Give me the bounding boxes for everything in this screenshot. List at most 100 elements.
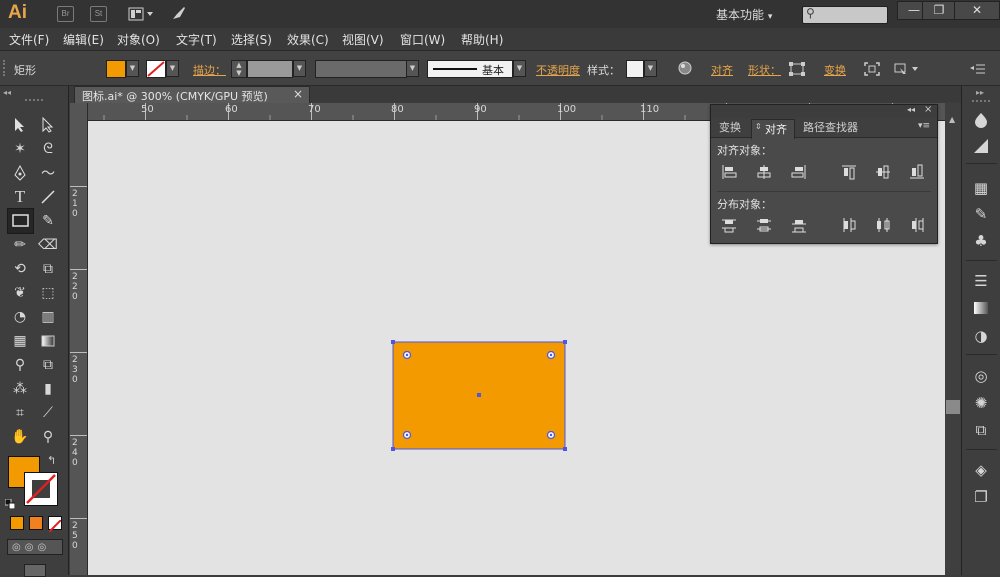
expand-panels-icon[interactable]: ▸▸ (976, 88, 984, 97)
perspective-grid-tool-icon[interactable]: ▥ (37, 306, 59, 328)
distribute-bottom-icon[interactable] (790, 216, 808, 234)
zoom-tool-icon[interactable]: ⚲ (37, 426, 59, 448)
close-document-icon[interactable]: × (293, 87, 303, 101)
brush-dropdown[interactable]: ▼ (513, 60, 526, 77)
rotate-tool-icon[interactable]: ⟲ (9, 258, 31, 280)
distribute-left-icon[interactable] (840, 216, 858, 234)
panel-menu-icon[interactable]: ▾≡ (918, 121, 930, 131)
type-tool-icon[interactable]: T (9, 186, 31, 208)
recolor-icon[interactable] (677, 60, 693, 76)
distribute-top-icon[interactable] (720, 216, 738, 234)
menu-help[interactable]: 帮助(H) (461, 31, 503, 48)
align-bottom-icon[interactable] (908, 163, 926, 181)
close-panel-icon[interactable]: × (924, 104, 932, 115)
transform-link[interactable]: 变换 (824, 62, 846, 78)
free-transform-tool-icon[interactable]: ⬚ (37, 282, 59, 304)
fill-dropdown[interactable]: ▼ (126, 60, 139, 77)
search-input[interactable]: ⚲ (802, 6, 888, 24)
workspace-switcher[interactable]: 基本功能 ▾ (716, 6, 772, 23)
blend-tool-icon[interactable]: ⧉ (37, 354, 59, 376)
pen-tool-icon[interactable] (9, 162, 31, 184)
swatches-icon[interactable]: ▦ (970, 178, 992, 198)
dock-grip[interactable] (972, 100, 990, 105)
tab-pathfinder[interactable]: 路径查找器 (797, 119, 864, 137)
direct-selection-tool-icon[interactable] (37, 114, 59, 136)
tab-transform[interactable]: 变换 (713, 119, 747, 137)
menu-edit[interactable]: 编辑(E) (63, 31, 104, 48)
menu-select[interactable]: 选择(S) (231, 31, 272, 48)
scrollbar-thumb[interactable] (946, 400, 960, 414)
color-guide-icon[interactable] (970, 136, 992, 156)
scroll-up-icon[interactable]: ▲ (949, 115, 955, 124)
default-colors-icon[interactable] (4, 494, 16, 510)
fill-swatch[interactable] (106, 60, 126, 78)
close-button[interactable]: ✕ (954, 1, 1000, 20)
distribute-right-icon[interactable] (908, 216, 926, 234)
tools-grip[interactable] (25, 99, 43, 104)
drawing-mode-icons[interactable]: ◎◎◎ (7, 539, 63, 555)
symbols-icon[interactable]: ♣ (970, 231, 992, 251)
isolate-icon[interactable] (864, 61, 880, 76)
panel-menu-icon[interactable] (968, 61, 986, 75)
curvature-tool-icon[interactable]: 〜 (37, 162, 59, 184)
select-similar-icon[interactable] (894, 61, 922, 75)
panel-titlebar[interactable]: ◂◂ × (711, 104, 937, 118)
stroke-panel-icon[interactable]: ☰ (970, 271, 992, 291)
tab-align-active[interactable]: ⇕ 对齐 (751, 119, 795, 139)
paintbrush-tool-icon[interactable]: ✎ (37, 210, 59, 232)
align-right-icon[interactable] (790, 163, 808, 181)
document-tab[interactable]: 图标.ai* @ 300% (CMYK/GPU 预览) × (74, 86, 310, 104)
bridge-icon[interactable]: Br (57, 6, 74, 22)
stroke-swatch[interactable] (146, 60, 166, 78)
menu-view[interactable]: 视图(V) (342, 31, 384, 48)
distribute-horizontal-center-icon[interactable] (874, 216, 892, 234)
menu-window[interactable]: 窗口(W) (400, 31, 445, 48)
scale-tool-icon[interactable]: ⧉ (37, 258, 59, 280)
menu-effect[interactable]: 效果(C) (287, 31, 329, 48)
restore-button[interactable]: ❐ (922, 1, 956, 20)
collapse-panel-icon[interactable]: ◂◂ (907, 105, 915, 114)
stock-icon[interactable]: St (90, 6, 107, 22)
align-top-icon[interactable] (840, 163, 858, 181)
menu-object[interactable]: 对象(O) (117, 31, 160, 48)
layout-icon[interactable] (128, 6, 154, 21)
transparency-icon[interactable]: ◑ (970, 326, 992, 346)
symbol-sprayer-tool-icon[interactable]: ⁂ (9, 378, 31, 400)
pencil-tool-icon[interactable]: ✏ (9, 234, 31, 256)
shape-properties-icon[interactable] (789, 61, 805, 76)
align-left-icon[interactable] (720, 163, 738, 181)
artboards-icon[interactable]: ⧉ (970, 420, 992, 440)
align-horizontal-center-icon[interactable] (755, 163, 773, 181)
color-mode-icon[interactable] (10, 516, 24, 530)
links-icon[interactable]: ❐ (970, 487, 992, 507)
eyedropper-tool-icon[interactable]: ⚲ (9, 354, 31, 376)
shape-label[interactable]: 形状： (748, 62, 781, 78)
graphic-style-dropdown[interactable]: ▼ (644, 60, 657, 77)
graphic-styles-icon[interactable]: ✺ (970, 393, 992, 413)
eraser-tool-icon[interactable]: ⌫ (37, 234, 59, 256)
graphic-style-swatch[interactable] (626, 60, 644, 78)
gradient-mode-icon[interactable] (29, 516, 43, 530)
line-segment-tool-icon[interactable] (37, 186, 59, 208)
color-panel-icon[interactable] (970, 110, 992, 130)
stroke-label[interactable]: 描边： (193, 62, 226, 78)
appearance-icon[interactable]: ◎ (970, 366, 992, 386)
variable-width-profile[interactable] (315, 60, 407, 78)
distribute-vertical-center-icon[interactable] (755, 216, 773, 234)
stroke-weight-input[interactable] (247, 60, 293, 78)
vertical-scrollbar[interactable]: ▲ (945, 103, 961, 575)
screen-mode-icon[interactable] (24, 564, 46, 577)
gradient-tool-icon[interactable] (37, 330, 59, 352)
collapse-tools-icon[interactable]: ◂◂ (3, 88, 11, 97)
brush-definition[interactable]: 基本 (427, 60, 513, 78)
column-graph-tool-icon[interactable]: ▮ (37, 378, 59, 400)
stroke-color-box[interactable] (24, 472, 58, 506)
none-mode-icon[interactable] (48, 516, 62, 533)
warp-tool-icon[interactable]: ❦ (9, 282, 31, 304)
rectangle-tool-active[interactable] (7, 208, 34, 234)
opacity-label[interactable]: 不透明度 (536, 62, 580, 78)
vertical-ruler[interactable]: 2 1 0 2 2 0 2 3 0 2 4 0 2 5 0 (70, 103, 88, 575)
menu-file[interactable]: 文件(F) (9, 31, 49, 48)
rocket-icon[interactable] (170, 4, 188, 22)
stroke-weight-dropdown[interactable]: ▼ (293, 60, 306, 77)
